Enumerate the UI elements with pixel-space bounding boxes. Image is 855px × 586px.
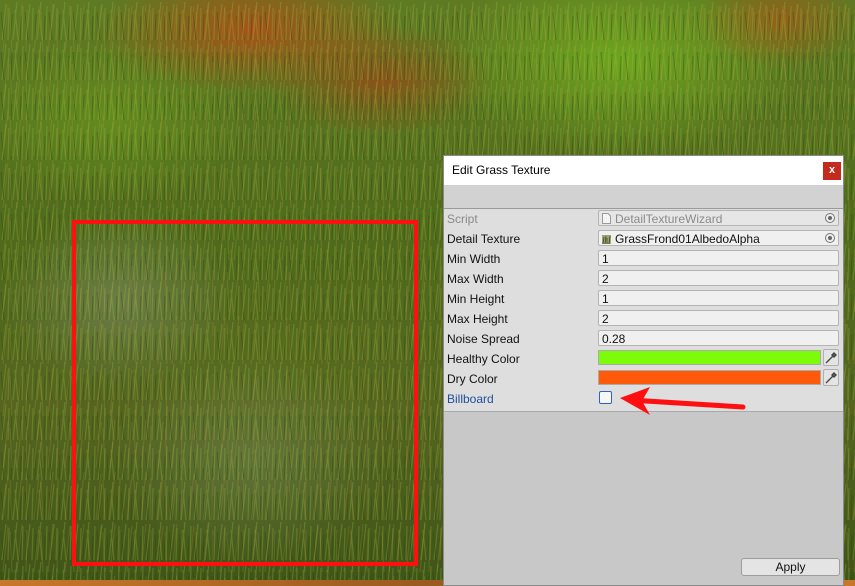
max-width-value: 2: [602, 272, 609, 286]
min-width-input[interactable]: 1: [598, 250, 839, 266]
property-row-max-width: Max Width 2: [444, 269, 843, 289]
property-row-min-height: Min Height 1: [444, 289, 843, 309]
property-label: Max Height: [447, 312, 508, 326]
properties-panel: Script DetailTextureWizard Detail Textur…: [444, 209, 843, 412]
property-row-detail-texture: Detail Texture GrassFrond01AlbedoAlpha: [444, 229, 843, 249]
healthy-color-swatch[interactable]: [598, 350, 821, 365]
object-picker-icon[interactable]: [825, 233, 835, 243]
grass-texture-icon: [602, 235, 611, 244]
property-label: Min Width: [447, 252, 501, 266]
apply-button[interactable]: Apply: [741, 558, 840, 576]
min-height-input[interactable]: 1: [598, 290, 839, 306]
dry-color-swatch[interactable]: [598, 370, 821, 385]
max-height-value: 2: [602, 312, 609, 326]
property-label: Healthy Color: [447, 352, 520, 366]
max-width-input[interactable]: 2: [598, 270, 839, 286]
property-label: Noise Spread: [447, 332, 520, 346]
file-icon: [602, 213, 611, 224]
window-header-strip: [444, 186, 843, 209]
property-row-script: Script DetailTextureWizard: [444, 209, 843, 229]
script-value: DetailTextureWizard: [615, 212, 723, 226]
eyedropper-icon: [825, 372, 837, 384]
min-width-value: 1: [602, 252, 609, 266]
eyedropper-icon: [825, 352, 837, 364]
detail-texture-value: GrassFrond01AlbedoAlpha: [615, 232, 760, 246]
red-arrow-annotation: [620, 387, 746, 415]
min-height-value: 1: [602, 292, 609, 306]
red-highlight-box: [72, 220, 418, 566]
script-field: DetailTextureWizard: [598, 210, 839, 226]
object-picker-icon: [825, 213, 835, 223]
detail-texture-field[interactable]: GrassFrond01AlbedoAlpha: [598, 230, 839, 246]
property-label: Billboard: [447, 392, 494, 406]
eyedropper-button[interactable]: [823, 369, 839, 386]
noise-spread-input[interactable]: 0.28: [598, 330, 839, 346]
property-label: Script: [447, 212, 478, 226]
window-title: Edit Grass Texture: [452, 163, 551, 177]
edit-grass-texture-window: Edit Grass Texture x Script DetailTextur…: [443, 155, 844, 586]
eyedropper-button[interactable]: [823, 349, 839, 366]
property-label: Detail Texture: [447, 232, 521, 246]
window-titlebar[interactable]: Edit Grass Texture x: [444, 156, 843, 186]
noise-spread-value: 0.28: [602, 332, 626, 346]
property-row-noise-spread: Noise Spread 0.28: [444, 329, 843, 349]
property-row-max-height: Max Height 2: [444, 309, 843, 329]
max-height-input[interactable]: 2: [598, 310, 839, 326]
property-label: Max Width: [447, 272, 504, 286]
property-label: Min Height: [447, 292, 505, 306]
close-button[interactable]: x: [823, 162, 841, 180]
property-row-healthy-color: Healthy Color: [444, 349, 843, 369]
property-row-min-width: Min Width 1: [444, 249, 843, 269]
property-label: Dry Color: [447, 372, 498, 386]
